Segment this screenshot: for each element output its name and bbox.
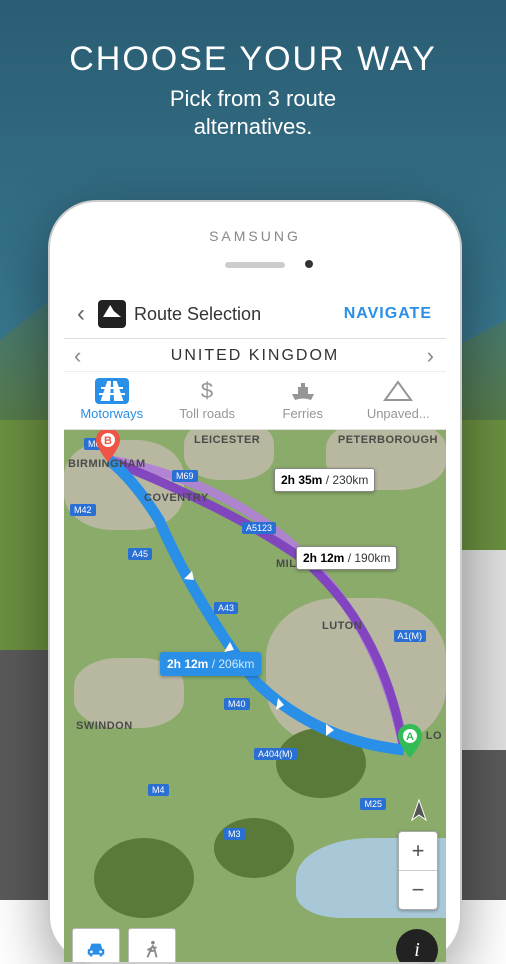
road-label: M42: [70, 504, 96, 516]
road-label: A1(M): [394, 630, 427, 642]
country-selector[interactable]: ‹ UNITED KINGDOM ›: [64, 339, 446, 372]
svg-text:B: B: [104, 435, 112, 447]
svg-text:A: A: [406, 731, 414, 743]
walk-icon: [141, 939, 163, 961]
zoom-out-button[interactable]: −: [399, 871, 437, 909]
promo-banner: CHOOSE YOUR WAY Pick from 3 routealterna…: [0, 40, 506, 140]
city-label: SWINDON: [76, 720, 133, 732]
road-label: M4: [148, 784, 169, 796]
tab-ferries[interactable]: Ferries: [255, 372, 351, 429]
tab-label: Toll roads: [179, 406, 235, 421]
unpaved-icon: [381, 378, 415, 404]
phone-frame: SAMSUNG ‹ Route Selection NAVIGATE ‹ UNI…: [48, 200, 462, 964]
navigate-button[interactable]: NAVIGATE: [344, 305, 446, 323]
compass-icon[interactable]: [406, 798, 432, 824]
top-bar: ‹ Route Selection NAVIGATE: [64, 290, 446, 339]
map-area[interactable]: BIRMINGHAM LEICESTER PETERBOROUGH COVENT…: [64, 430, 446, 962]
zoom-in-button[interactable]: +: [399, 832, 437, 871]
road-label: M40: [224, 698, 250, 710]
route-option-2[interactable]: 2h 12m / 190km: [296, 546, 397, 570]
city-label: LO: [426, 730, 442, 742]
road-label: A43: [214, 602, 238, 614]
road-label: A45: [128, 548, 152, 560]
avoid-tabs: Motorways $ Toll roads Ferries Unpaved..…: [64, 372, 446, 430]
ferry-icon: [286, 378, 320, 404]
bottom-bar: i: [64, 922, 446, 962]
chevron-left-icon[interactable]: ‹: [74, 343, 83, 369]
road-label: M69: [172, 470, 198, 482]
city-label: LEICESTER: [194, 434, 260, 446]
car-icon: [85, 939, 107, 961]
mode-walk-button[interactable]: [128, 928, 176, 962]
tab-label: Ferries: [283, 406, 323, 421]
phone-brand: SAMSUNG: [50, 228, 460, 244]
tab-label: Unpaved...: [367, 406, 430, 421]
zoom-controls: + −: [398, 831, 438, 910]
screen-title: Route Selection: [134, 304, 344, 325]
pin-destination[interactable]: B: [96, 430, 120, 462]
country-label: UNITED KINGDOM: [171, 347, 339, 364]
city-label: COVENTRY: [144, 492, 209, 504]
svg-text:$: $: [201, 378, 213, 403]
app-screen: ‹ Route Selection NAVIGATE ‹ UNITED KING…: [64, 290, 446, 962]
route-option-3-selected[interactable]: 2h 12m / 206km: [160, 652, 261, 676]
tab-motorways[interactable]: Motorways: [64, 372, 160, 429]
city-label: MIL: [276, 558, 296, 570]
city-label: PETERBOROUGH: [338, 434, 438, 446]
info-button[interactable]: i: [396, 929, 438, 962]
road-label: M3: [224, 828, 245, 840]
tab-toll-roads[interactable]: $ Toll roads: [160, 372, 256, 429]
app-icon: [98, 300, 126, 328]
road-label: A404(M): [254, 748, 297, 760]
road-label: A5123: [242, 522, 276, 534]
promo-title: CHOOSE YOUR WAY: [0, 40, 506, 79]
mode-car-button[interactable]: [72, 928, 120, 962]
motorway-icon: [95, 378, 129, 404]
route-option-1[interactable]: 2h 35m / 230km: [274, 468, 375, 492]
chevron-right-icon[interactable]: ›: [427, 343, 436, 369]
city-label: LUTON: [322, 620, 362, 632]
dollar-icon: $: [190, 378, 224, 404]
road-label: M25: [360, 798, 386, 810]
back-button[interactable]: ‹: [64, 300, 98, 328]
pin-origin[interactable]: A: [398, 724, 422, 758]
tab-label: Motorways: [80, 406, 143, 421]
tab-unpaved[interactable]: Unpaved...: [351, 372, 447, 429]
promo-subtitle: Pick from 3 routealternatives.: [0, 85, 506, 140]
